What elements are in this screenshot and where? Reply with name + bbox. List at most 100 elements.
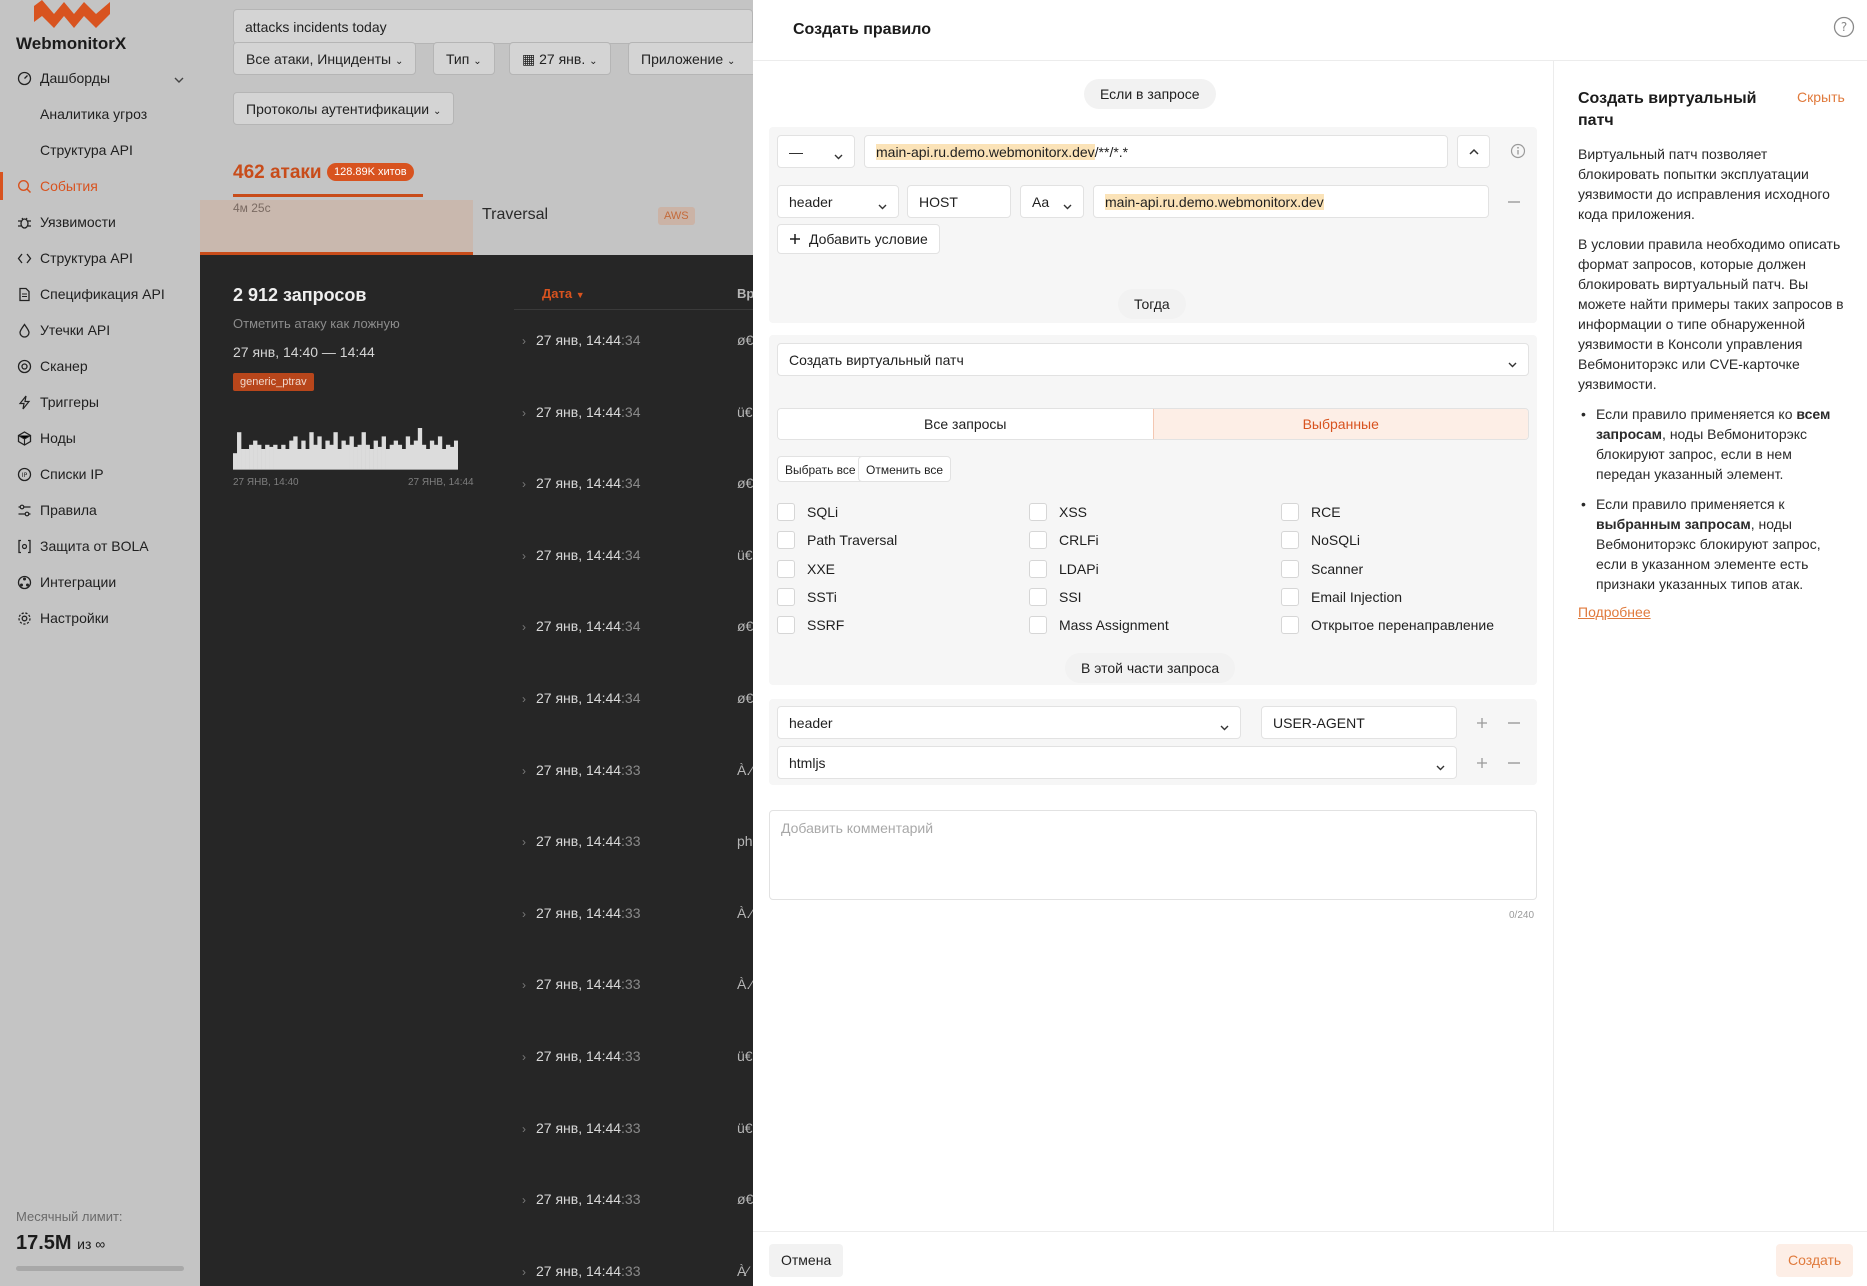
case-sensitivity-select[interactable]: Aa [1020, 185, 1084, 218]
table-row[interactable]: › 27 янв, 14:44:34 [522, 332, 641, 352]
filter-attack-kind[interactable]: Все атаки, Инциденты ⌄ [233, 42, 417, 75]
attack-type-checkbox[interactable]: RCE [1281, 503, 1341, 521]
condition-type-select[interactable]: header [777, 185, 899, 218]
sliders-icon [16, 502, 32, 518]
help-icon[interactable]: ? [1833, 16, 1855, 38]
modal-title: Создать правило [793, 21, 931, 38]
sidebar-item-8[interactable]: Сканер [0, 348, 200, 384]
table-row[interactable]: › 27 янв, 14:44:33 [522, 905, 641, 925]
column-date[interactable]: Дата ▼ [542, 286, 585, 301]
attack-type-checkbox[interactable]: XXE [777, 559, 835, 578]
sidebar-item-14[interactable]: Интеграции [0, 564, 200, 600]
method-select[interactable]: — [777, 135, 855, 168]
sidebar-item-10[interactable]: Ноды [0, 420, 200, 456]
add-parser-icon[interactable] [1473, 754, 1491, 772]
attack-type-checkbox[interactable]: LDAPi [1029, 559, 1099, 578]
mark-false-link[interactable]: Отметить атаку как ложную [233, 316, 400, 331]
filter-application[interactable]: Приложение ⌄ [628, 42, 753, 75]
add-part-icon[interactable] [1473, 714, 1491, 732]
attack-type-checkbox[interactable]: NoSQLi [1281, 531, 1360, 550]
sidebar-item-0[interactable]: Дашборды [0, 60, 200, 96]
checkbox-box[interactable] [1029, 616, 1047, 635]
checkbox-box[interactable] [1029, 587, 1047, 606]
sidebar-item-6[interactable]: Спецификация API [0, 276, 200, 312]
attack-type-checkbox[interactable]: SSRF [777, 616, 844, 635]
table-row[interactable]: › 27 янв, 14:44:34 [522, 475, 641, 495]
remove-parser-icon[interactable] [1505, 754, 1523, 772]
checkbox-box[interactable] [1281, 559, 1299, 578]
table-row[interactable]: › 27 янв, 14:44:34 [522, 547, 641, 567]
condition-value-input[interactable]: main-api.ru.demo.webmonitorx.dev [1093, 185, 1489, 218]
checkbox-box[interactable] [1029, 503, 1047, 521]
sidebar-item-2[interactable]: Структура API [0, 132, 200, 168]
sidebar-item-13[interactable]: Защита от BOLA [0, 528, 200, 564]
checkbox-box[interactable] [1029, 531, 1047, 550]
table-row[interactable]: › 27 янв, 14:44:34 [522, 618, 641, 638]
attack-type-checkbox[interactable]: Path Traversal [777, 531, 897, 550]
info-icon[interactable] [1509, 142, 1527, 160]
attack-type-checkbox[interactable]: Mass Assignment [1029, 616, 1169, 635]
condition-name-input[interactable]: HOST [907, 185, 1011, 218]
checkbox-box[interactable] [777, 503, 795, 521]
attack-type-checkbox[interactable]: Открытое перенаправление [1281, 616, 1494, 635]
checkbox-box[interactable] [777, 587, 795, 606]
hide-help-link[interactable]: Скрыть [1797, 89, 1845, 105]
more-link[interactable]: Подробнее [1578, 604, 1651, 620]
row-seconds: :33 [621, 976, 641, 993]
table-row[interactable]: › 27 янв, 14:44:33 [522, 1263, 641, 1283]
filter-type[interactable]: Тип ⌄ [433, 42, 495, 75]
checkbox-box[interactable] [777, 616, 795, 635]
search-input[interactable]: attacks incidents today [233, 9, 753, 44]
create-button[interactable]: Создать [1776, 1244, 1854, 1277]
collapse-button[interactable] [1457, 135, 1490, 168]
filter-date[interactable]: ▦ 27 янв. ⌄ [509, 42, 611, 75]
table-row[interactable]: › 27 янв, 14:44:33 [522, 1120, 641, 1140]
deselect-all-button[interactable]: Отменить все [858, 456, 952, 482]
add-condition-button[interactable]: Добавить условие [777, 224, 940, 254]
table-row[interactable]: › 27 янв, 14:44:33 [522, 1191, 641, 1211]
part-type-select[interactable]: header [777, 706, 1241, 739]
remove-condition-icon[interactable] [1505, 193, 1523, 211]
scope-all-requests[interactable]: Все запросы [778, 409, 1153, 439]
scope-selected[interactable]: Выбранные [1152, 409, 1528, 439]
sidebar-item-5[interactable]: Структура API [0, 240, 200, 276]
table-row[interactable]: › 27 янв, 14:44:34 [522, 404, 641, 424]
checkbox-box[interactable] [1029, 559, 1047, 578]
path-input[interactable]: main-api.ru.demo.webmonitorx.dev/**/*.* [864, 135, 1448, 168]
checkbox-box[interactable] [1281, 503, 1299, 521]
checkbox-box[interactable] [1281, 531, 1299, 550]
part-name-input[interactable]: USER-AGENT [1261, 706, 1457, 739]
action-select[interactable]: Создать виртуальный патч [777, 343, 1529, 376]
sidebar-item-15[interactable]: Настройки [0, 600, 200, 636]
table-row[interactable]: › 27 янв, 14:44:33 [522, 762, 641, 782]
sidebar-item-7[interactable]: Утечки API [0, 312, 200, 348]
attack-type-checkbox[interactable]: SSI [1029, 587, 1082, 606]
checkbox-box[interactable] [1281, 616, 1299, 635]
sidebar-item-4[interactable]: Уязвимости [0, 204, 200, 240]
sidebar-item-9[interactable]: Триггеры [0, 384, 200, 420]
sidebar-item-12[interactable]: Правила [0, 492, 200, 528]
cancel-button[interactable]: Отмена [769, 1244, 844, 1277]
attack-type-checkbox[interactable]: XSS [1029, 503, 1087, 521]
sidebar-item-3[interactable]: События [0, 168, 200, 204]
sidebar-item-11[interactable]: IP Списки IP [0, 456, 200, 492]
attack-type-checkbox[interactable]: CRLFi [1029, 531, 1099, 550]
attack-type-checkbox[interactable]: SQLi [777, 503, 838, 521]
table-row[interactable]: › 27 янв, 14:44:33 [522, 833, 641, 853]
table-row[interactable]: › 27 янв, 14:44:33 [522, 976, 641, 996]
comment-textarea[interactable]: Добавить комментарий [769, 810, 1537, 900]
checkbox-box[interactable] [777, 559, 795, 578]
remove-part-icon[interactable] [1505, 714, 1523, 732]
mini-bar [329, 444, 334, 470]
sidebar-item-1[interactable]: Аналитика угроз [0, 96, 200, 132]
attack-type-checkbox[interactable]: Scanner [1281, 559, 1363, 578]
filter-auth-protocols[interactable]: Протоколы аутентификации ⌄ [233, 92, 455, 125]
attack-type-checkbox[interactable]: Email Injection [1281, 587, 1402, 606]
select-all-button[interactable]: Выбрать все [777, 456, 864, 482]
attack-type-checkbox[interactable]: SSTi [777, 587, 837, 606]
table-row[interactable]: › 27 янв, 14:44:34 [522, 690, 641, 710]
parser-select[interactable]: htmljs [777, 746, 1457, 779]
checkbox-box[interactable] [1281, 587, 1299, 606]
table-row[interactable]: › 27 янв, 14:44:33 [522, 1048, 641, 1068]
checkbox-box[interactable] [777, 531, 795, 550]
